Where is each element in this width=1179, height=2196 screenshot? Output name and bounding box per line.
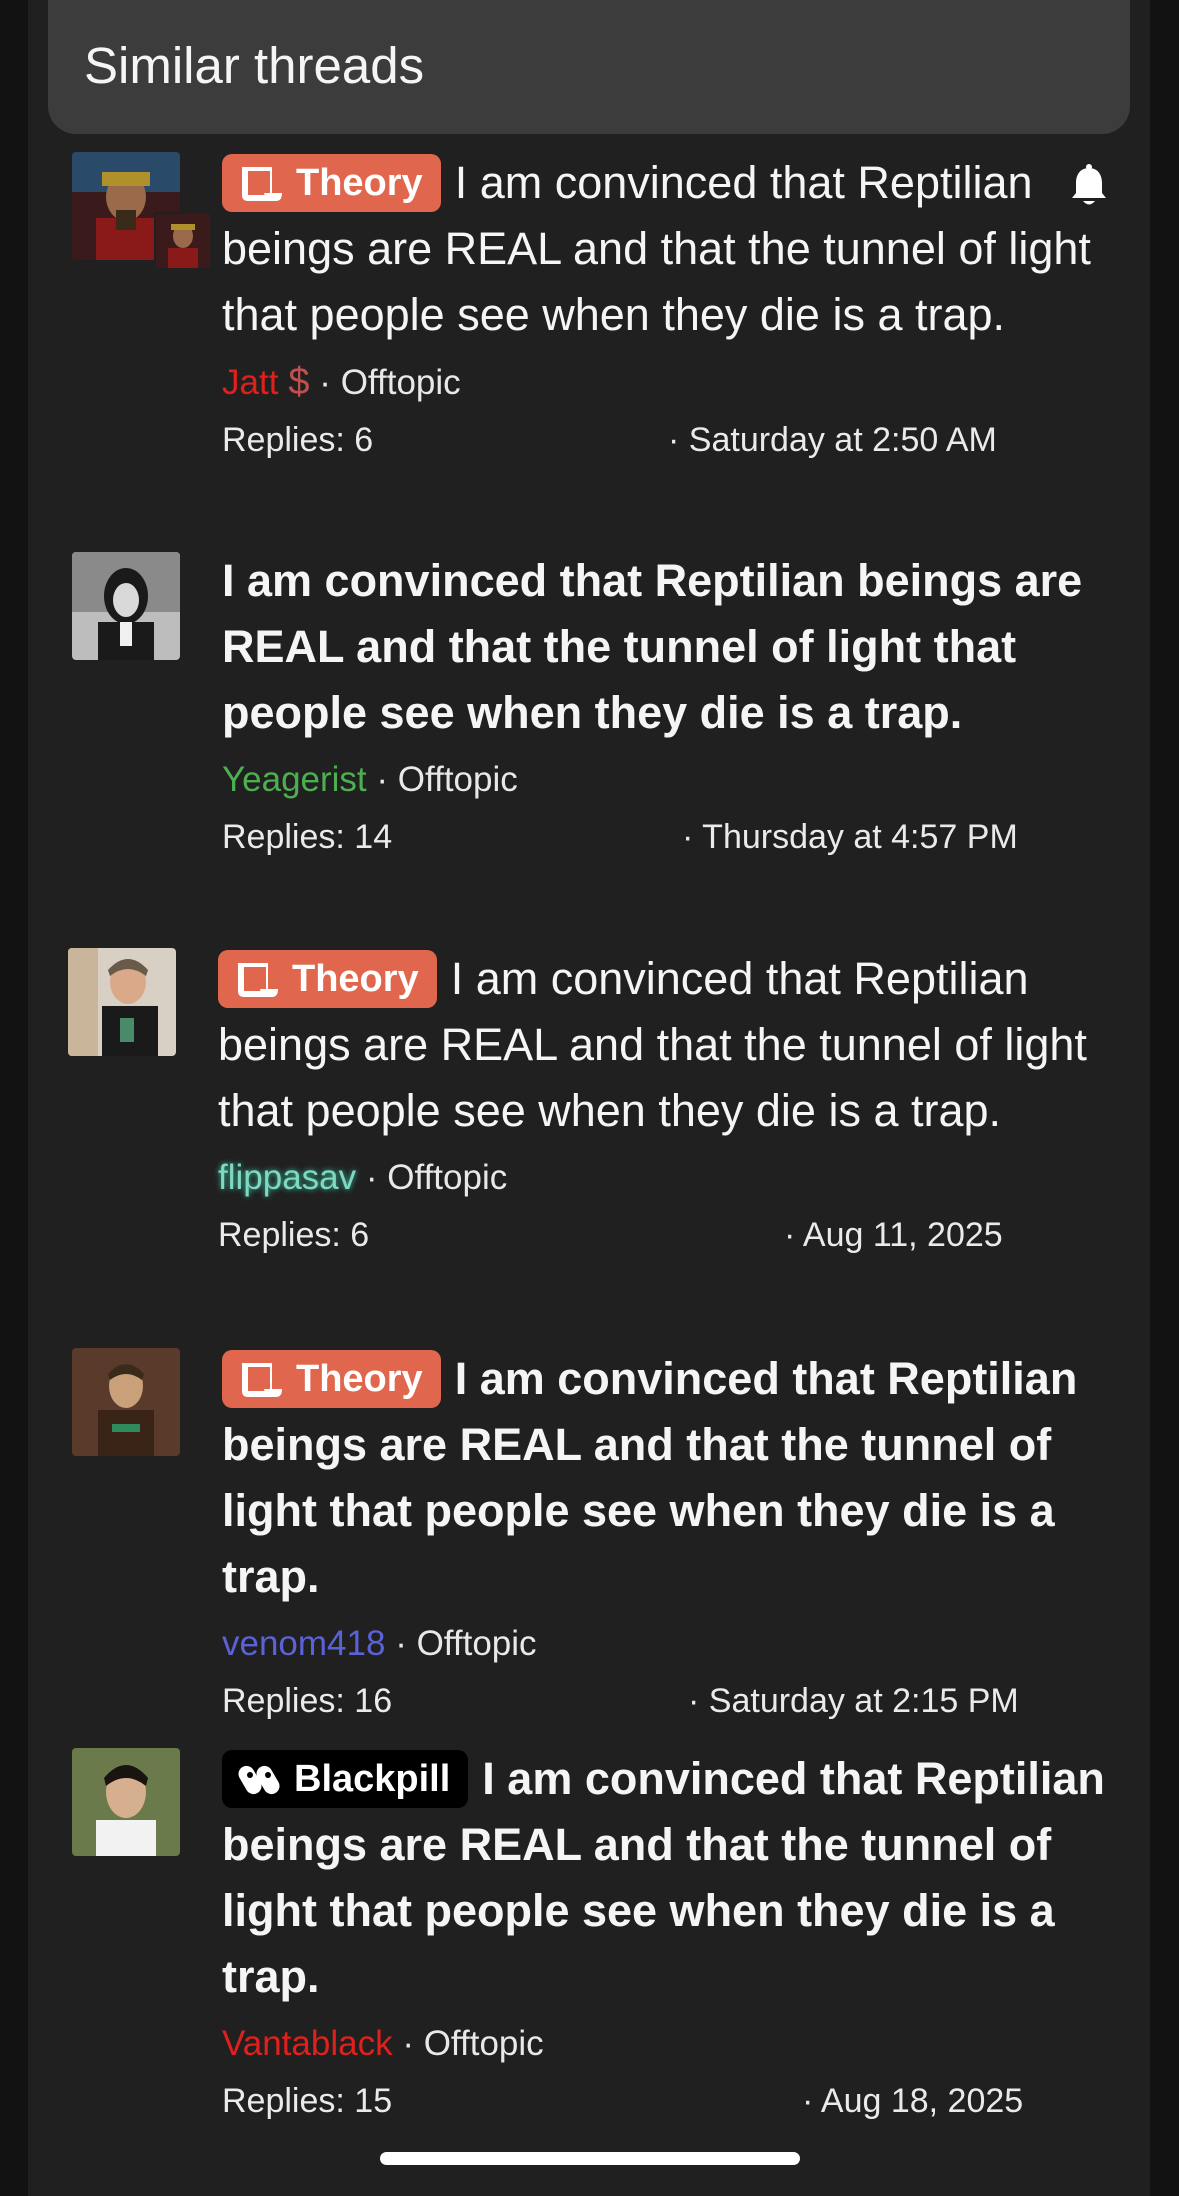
thread-stats: Replies: 15 · Aug 18, 2025 — [222, 2082, 1112, 2122]
thread-meta: venom418 · Offtopic — [222, 1624, 537, 1663]
thread-title[interactable]: Blackpill I am convinced that Reptilian b… — [222, 1746, 1112, 2010]
last-post-date[interactable]: · Saturday at 2:50 AM — [668, 421, 997, 460]
prefix-label-theory[interactable]: Theory — [218, 950, 437, 1008]
author-link[interactable]: Vantablack — [222, 2024, 393, 2063]
thread-title[interactable]: Theory I am convinced that Reptilian bein… — [218, 946, 1108, 1144]
avatar[interactable] — [68, 948, 176, 1056]
dollar-icon: $ — [288, 361, 310, 403]
avatar[interactable] — [72, 1748, 180, 1856]
prefix-label-theory[interactable]: Theory — [222, 1350, 441, 1408]
gamepad-icon — [238, 1765, 280, 1795]
section-title: Similar threads — [84, 37, 425, 94]
thread-stats: Replies: 16 · Saturday at 2:15 PM — [222, 1682, 1112, 1722]
thread-meta: Yeagerist · Offtopic — [222, 760, 518, 799]
forum-link[interactable]: Offtopic — [398, 760, 518, 799]
scroll-icon — [242, 1363, 282, 1397]
reply-count: Replies: 16 — [222, 1682, 393, 1720]
thread-meta: flippasav · Offtopic — [218, 1158, 508, 1197]
last-post-date[interactable]: · Saturday at 2:15 PM — [688, 1682, 1019, 1721]
avatar-secondary[interactable] — [154, 212, 212, 270]
forum-link[interactable]: Offtopic — [341, 363, 461, 402]
author-link[interactable]: venom418 — [222, 1624, 385, 1663]
thread-stats: Replies: 6 · Aug 11, 2025 — [218, 1216, 1108, 1256]
reply-count: Replies: 14 — [222, 818, 393, 856]
thread-title[interactable]: Theory I am convinced that Reptilian bein… — [222, 1346, 1112, 1610]
similar-threads-header: Similar threads — [48, 0, 1130, 134]
scroll-icon — [238, 963, 278, 997]
reply-count: Replies: 6 — [218, 1216, 370, 1254]
thread-title[interactable]: I am convinced that Reptilian beings are… — [222, 548, 1112, 746]
last-post-date[interactable]: · Aug 11, 2025 — [784, 1216, 1003, 1255]
scroll-icon — [242, 167, 282, 201]
thread-meta: Jatt $ · Offtopic — [222, 361, 461, 403]
reply-count: Replies: 6 — [222, 421, 374, 459]
forum-link[interactable]: Offtopic — [417, 1624, 537, 1663]
prefix-label-theory[interactable]: Theory — [222, 154, 441, 212]
reply-count: Replies: 15 — [222, 2082, 393, 2120]
author-link[interactable]: flippasav — [218, 1158, 356, 1197]
thread-stats: Replies: 6 · Saturday at 2:50 AM — [222, 421, 1112, 461]
thread-title[interactable]: Theory I am convinced that Reptilian bein… — [222, 150, 1112, 348]
last-post-date[interactable]: · Thursday at 4:57 PM — [682, 818, 1018, 857]
avatar[interactable] — [72, 1348, 180, 1456]
last-post-date[interactable]: · Aug 18, 2025 — [802, 2082, 1023, 2121]
forum-link[interactable]: Offtopic — [387, 1158, 507, 1197]
author-link[interactable]: Yeagerist — [222, 760, 367, 799]
avatar[interactable] — [72, 552, 180, 660]
prefix-label-blackpill[interactable]: Blackpill — [222, 1750, 469, 1808]
thread-meta: Vantablack · Offtopic — [222, 2024, 544, 2063]
thread-stats: Replies: 14 · Thursday at 4:57 PM — [222, 818, 1112, 858]
home-indicator[interactable] — [380, 2152, 800, 2165]
forum-link[interactable]: Offtopic — [424, 2024, 544, 2063]
author-link[interactable]: Jatt — [222, 363, 278, 402]
